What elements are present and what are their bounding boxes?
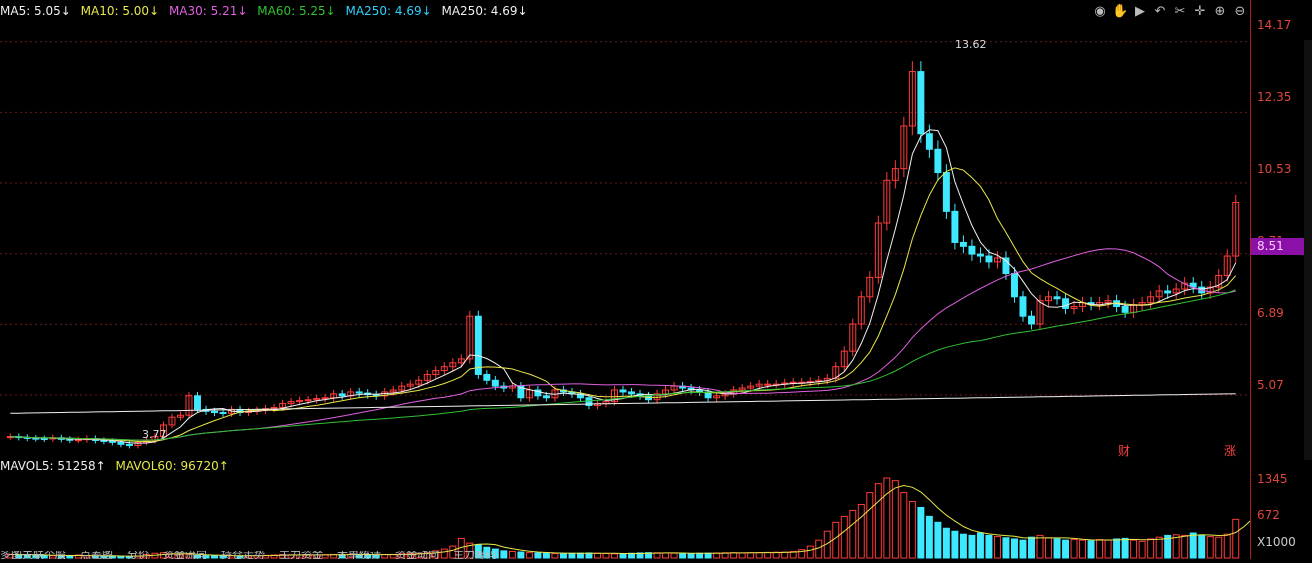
candle-body xyxy=(117,441,125,445)
ma60-line xyxy=(10,289,1236,441)
candle-body xyxy=(764,383,772,386)
volume-bar xyxy=(883,477,891,559)
candle-body xyxy=(1121,306,1129,313)
current-price-tag: 8.51 xyxy=(1251,238,1312,255)
candle-body xyxy=(542,395,550,399)
high-value: 13.62 xyxy=(955,38,987,51)
crosshair-icon[interactable]: ✛ xyxy=(1192,4,1208,20)
candle-body xyxy=(125,443,133,447)
volume-bar xyxy=(908,500,916,559)
candle-body xyxy=(959,241,967,247)
ma10-label: MA10: 5.00↓ xyxy=(80,4,160,18)
price-chart[interactable] xyxy=(0,0,1250,458)
hand-icon[interactable]: ✋ xyxy=(1112,4,1128,20)
candle-body xyxy=(1028,315,1035,325)
scissors-icon[interactable]: ✂ xyxy=(1172,4,1188,20)
candle-body xyxy=(338,393,346,397)
candle-body xyxy=(108,440,116,443)
tab-item[interactable]: 资金动向 xyxy=(395,551,439,559)
zoom-in-icon[interactable]: ⊕ xyxy=(1212,4,1228,20)
candle-body xyxy=(211,410,218,414)
tab-item[interactable]: 持仓走势 xyxy=(221,551,265,559)
candle-body xyxy=(942,172,950,212)
candle-body xyxy=(968,245,976,255)
candle-body xyxy=(194,395,201,410)
axis-label: 10.53 xyxy=(1257,162,1292,176)
volume-chart[interactable] xyxy=(0,474,1262,559)
zhang-badge[interactable]: 涨 xyxy=(1224,442,1236,459)
low-value: 3.77 xyxy=(142,428,167,441)
volume-bar xyxy=(891,480,899,559)
tab-item[interactable]: 主力资金 xyxy=(279,551,323,559)
volume-axis-label: 672 xyxy=(1257,508,1280,522)
ma60-label: MA60: 5.25↓ xyxy=(257,4,336,18)
candlestick-chart-svg xyxy=(0,41,1250,449)
volume-chart-svg xyxy=(6,477,1262,559)
price-axis: 14.17 12.35 10.53 8.71 6.89 5.07 8.51 13… xyxy=(1250,0,1312,559)
tab-item[interactable]: 分价 xyxy=(127,551,149,559)
low-annotation: 3.77 xyxy=(142,428,167,441)
candle-body xyxy=(628,391,635,395)
mavol60-label: MAVOL60: 96720↑ xyxy=(115,459,229,473)
tab-item[interactable]: 主力筹码 xyxy=(453,551,497,559)
candle-body xyxy=(304,399,312,402)
volume-bar xyxy=(857,503,865,559)
volume-bar xyxy=(866,492,874,559)
candle-body xyxy=(74,439,82,442)
tab-item[interactable]: 多图关联个股 xyxy=(0,551,66,559)
candle-body xyxy=(40,438,48,441)
side-panel-edge xyxy=(1304,40,1312,460)
candle-body xyxy=(976,253,984,257)
candle-body xyxy=(917,71,925,135)
ma5-label: MA5: 5.05↓ xyxy=(0,4,71,18)
ma30-line xyxy=(10,248,1236,441)
candle-body xyxy=(491,379,499,387)
volume-bar xyxy=(874,483,882,559)
axis-label: 5.07 xyxy=(1257,378,1284,392)
volume-bar xyxy=(900,492,908,559)
axis-label: 12.35 xyxy=(1257,90,1292,104)
tab-item[interactable]: 大单统计 xyxy=(337,551,381,559)
eye-icon[interactable]: ◉ xyxy=(1092,4,1108,20)
mavol5-label: MAVOL5: 51258↑ xyxy=(0,459,106,473)
volume-unit-label: X1000 xyxy=(1257,535,1296,549)
candle-body xyxy=(925,133,933,150)
candle-body xyxy=(66,438,74,441)
candle-body xyxy=(1010,273,1018,298)
axis-label: 14.17 xyxy=(1257,18,1292,32)
candle-body xyxy=(1019,296,1027,317)
bottom-tabs: 多图关联个股 点差图 分价 资金流向 持仓走势 主力资金 大单统计 资金动向 主力筹码 xyxy=(0,551,1250,559)
volume-legend: MAVOL5: 51258↑ MAVOL60: 96720↑ xyxy=(0,459,235,475)
candle-body xyxy=(1053,296,1061,300)
volume-axis-label: 1345 xyxy=(1257,472,1288,486)
tab-item[interactable]: 资金流向 xyxy=(163,551,207,559)
candle-body xyxy=(219,412,227,415)
cai-badge[interactable]: 财 xyxy=(1118,442,1130,459)
candle-body xyxy=(474,315,482,375)
candle-body xyxy=(619,389,627,393)
ma250b-label: MA250: 4.69↓ xyxy=(441,4,528,18)
axis-label: 6.89 xyxy=(1257,306,1284,320)
candle-body xyxy=(985,255,993,263)
candle-body xyxy=(483,373,491,381)
candle-body xyxy=(321,397,329,400)
candle-body xyxy=(1164,290,1172,294)
candle-body xyxy=(355,391,363,394)
tab-item[interactable]: 点差图 xyxy=(80,551,113,559)
high-annotation: 13.62 xyxy=(955,38,987,51)
back-icon[interactable]: ↶ xyxy=(1152,4,1168,20)
candle-body xyxy=(1062,298,1070,309)
zoom-out-icon[interactable]: ⊖ xyxy=(1232,4,1248,20)
candle-body xyxy=(934,148,942,174)
ma250-label: MA250: 4.69↓ xyxy=(345,4,432,18)
chart-toolbar: ◉ ✋ ▶ ↶ ✂ ✛ ⊕ ⊖ xyxy=(1092,4,1248,22)
candle-body xyxy=(951,210,959,243)
ma30-label: MA30: 5.21↓ xyxy=(168,4,248,18)
play-icon[interactable]: ▶ xyxy=(1132,4,1148,20)
candle-body xyxy=(32,437,40,440)
ma-legend: MA5: 5.05↓ MA10: 5.00↓ MA30: 5.21↓ MA60:… xyxy=(0,4,534,22)
